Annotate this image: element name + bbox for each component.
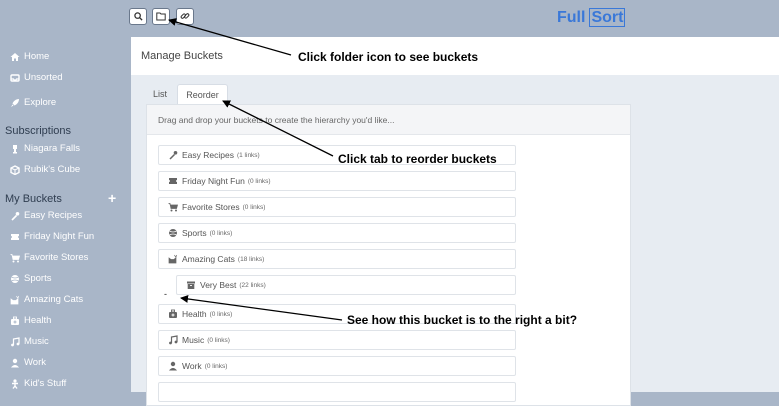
arrow-to-reorder-tab [222,100,334,157]
annotation-tab: Click tab to reorder buckets [338,152,497,166]
arrow-to-very-best [180,294,343,321]
annotation-indent: See how this bucket is to the right a bi… [347,313,578,327]
annotation-folder: Click folder icon to see buckets [298,50,479,64]
arrow-to-folder [168,18,292,56]
